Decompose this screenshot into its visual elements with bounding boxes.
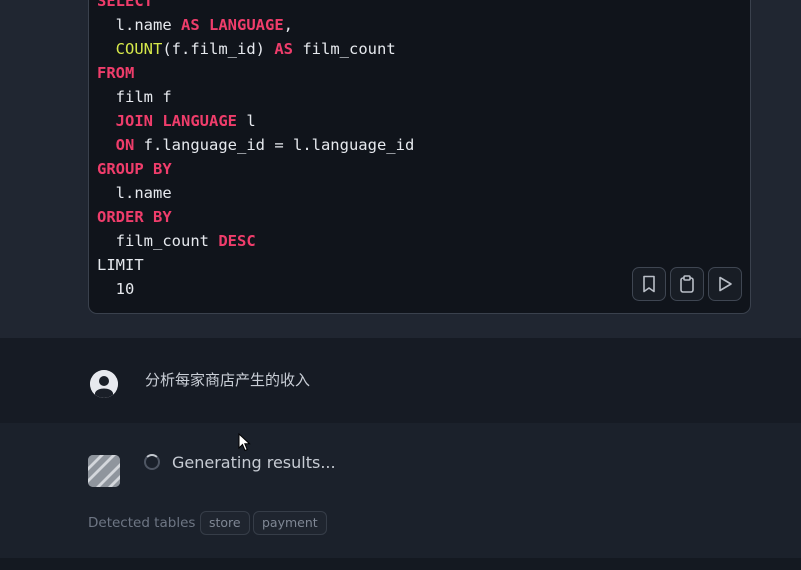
code-line: 10 [97, 277, 414, 301]
code-actions [632, 267, 742, 301]
mouse-cursor-icon [238, 433, 251, 452]
code-line: LIMIT [97, 253, 414, 277]
bookmark-button[interactable] [632, 267, 666, 301]
chat-page: SELECT l.name AS LANGUAGE, COUNT(f.film_… [0, 0, 801, 570]
sql-keyword: AS [181, 16, 200, 34]
bottom-edge [0, 558, 801, 570]
sql-code-block: SELECT l.name AS LANGUAGE, COUNT(f.film_… [88, 0, 751, 314]
user-avatar-icon [90, 370, 118, 398]
code-line: l.name AS LANGUAGE, [97, 13, 414, 37]
copy-button[interactable] [670, 267, 704, 301]
sql-keyword: AS [274, 40, 293, 58]
detected-tables-label: Detected tables [88, 515, 196, 531]
sql-text: (f.film_id) [162, 40, 275, 58]
sql-keyword: ON [115, 136, 135, 154]
sql-keyword: LANGUAGE [209, 16, 284, 34]
sql-text: 10 [97, 280, 135, 298]
code-line: JOIN LANGUAGE l [97, 109, 414, 133]
sql-code: SELECT l.name AS LANGUAGE, COUNT(f.film_… [97, 0, 414, 301]
sql-function: COUNT [115, 40, 163, 58]
code-message-row: SELECT l.name AS LANGUAGE, COUNT(f.film_… [0, 0, 801, 338]
sql-text: film_count [97, 232, 219, 250]
loading-spinner-icon [144, 454, 160, 470]
code-line: SELECT [97, 0, 414, 13]
code-line: FROM [97, 61, 414, 85]
table-chip-store[interactable]: store [200, 511, 250, 535]
sql-keyword: LANGUAGE [162, 112, 237, 130]
sql-text: l [237, 112, 256, 130]
sql-text: f.language_id = l.language_id [134, 136, 415, 154]
sql-text: film_count [293, 40, 396, 58]
assistant-message-row: Generating results... Detected tables st… [0, 423, 801, 558]
sql-keyword: SELECT [97, 0, 153, 10]
code-line: film_count DESC [97, 229, 414, 253]
code-line: film f [97, 85, 414, 109]
run-button[interactable] [708, 267, 742, 301]
code-line: l.name [97, 181, 414, 205]
sql-keyword: ORDER BY [97, 208, 172, 226]
code-line: ON f.language_id = l.language_id [97, 133, 415, 157]
user-message-text: 分析每家商店产生的收入 [145, 371, 311, 389]
sql-text: film f [97, 88, 172, 106]
assistant-logo-icon [88, 455, 120, 487]
sql-keyword: JOIN [115, 112, 153, 130]
generating-status: Generating results... [172, 453, 336, 472]
sql-text: , [283, 16, 294, 34]
sql-keyword: GROUP BY [97, 160, 172, 178]
sql-keyword: DESC [218, 232, 256, 250]
user-message-row: 分析每家商店产生的收入 [0, 338, 801, 423]
sql-text: l.name [97, 16, 181, 34]
code-line: GROUP BY [97, 157, 414, 181]
bookmark-icon [643, 275, 655, 293]
table-chip-payment[interactable]: payment [253, 511, 327, 535]
sql-text: l.name [97, 184, 172, 202]
sql-text: LIMIT [97, 256, 144, 274]
clipboard-icon [680, 275, 694, 293]
play-icon [719, 276, 732, 292]
sql-keyword: FROM [97, 64, 135, 82]
code-line: COUNT(f.film_id) AS film_count [97, 37, 414, 61]
code-line: ORDER BY [97, 205, 414, 229]
